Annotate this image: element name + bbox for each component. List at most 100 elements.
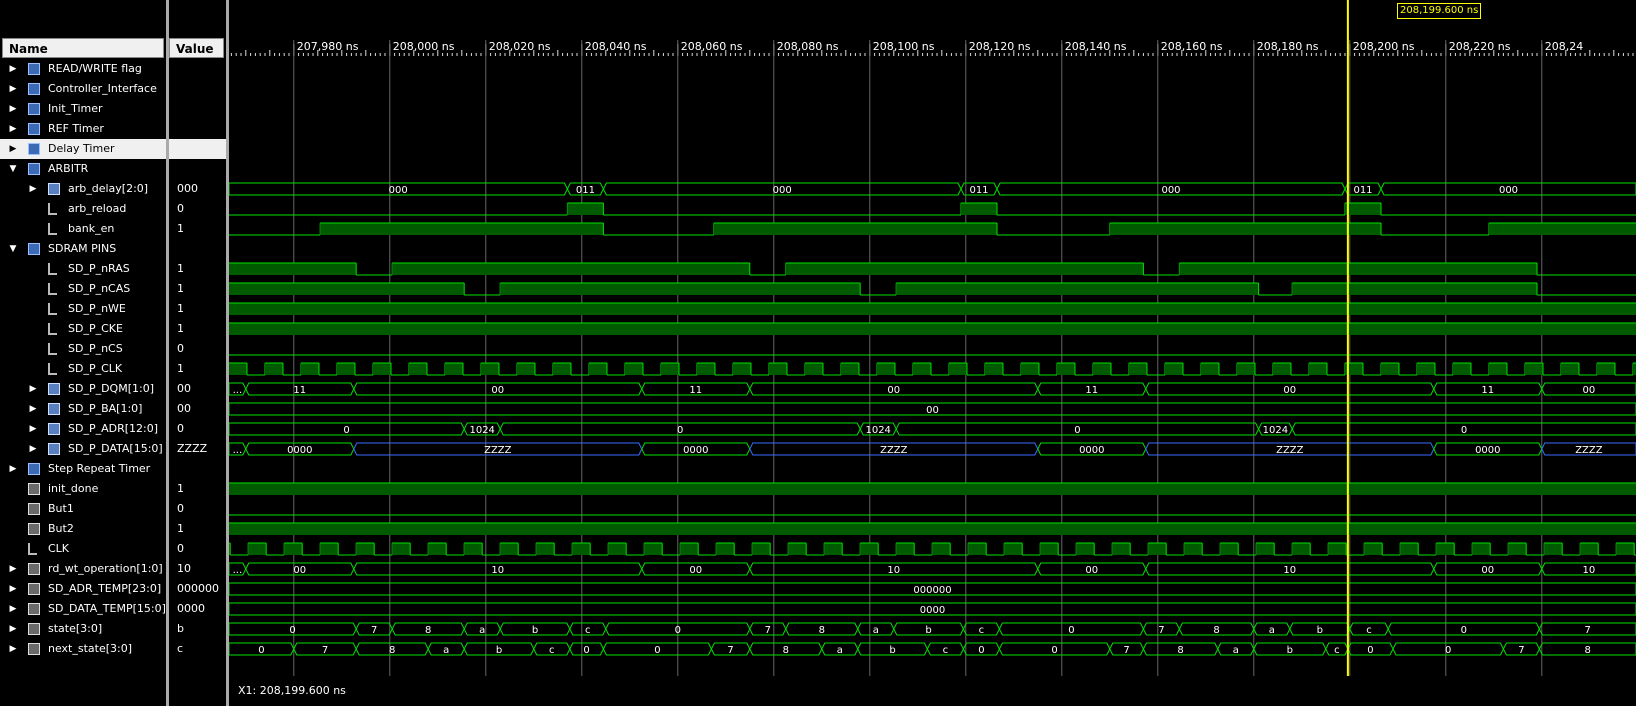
clock-high-fill [1508,543,1527,555]
signal-value [169,139,226,159]
collapsed-arrow-icon[interactable]: ▶ [8,99,18,119]
clock-high-fill [1237,363,1255,375]
collapsed-arrow-icon[interactable]: ▶ [8,579,18,599]
collapsed-arrow-icon[interactable]: ▶ [8,619,18,639]
signal-row[interactable]: ▶ SD_P_DQM[1:0] [0,379,166,399]
wave-high-fill [229,283,465,295]
signal-row[interactable]: init_done [0,479,166,499]
signal-value: 1 [177,282,184,295]
signal-row[interactable]: ▶ SD_ADR_TEMP[23:0] [0,579,166,599]
bus-value-label: 011 [1353,185,1372,196]
bus-value-label: 8 [425,625,431,636]
signal-row[interactable]: SD_P_CLK [0,359,166,379]
signal-row[interactable]: ▶ arb_delay[2:0] [0,179,166,199]
signal-row[interactable]: ▶ rd_wt_operation[1:0] [0,559,166,579]
time-tick-label: 208,100 ns [873,40,935,53]
signal-row[interactable]: SD_P_nCS [0,339,166,359]
signal-row[interactable]: ▶ SD_DATA_TEMP[15:0] [0,599,166,619]
signal-row[interactable]: ▶ Step Repeat Timer [0,459,166,479]
signal-row[interactable]: ▼ ARBITR [0,159,166,179]
signal-row[interactable]: SD_P_nWE [0,299,166,319]
signal-row[interactable]: ▶ REF Timer [0,119,166,139]
collapsed-arrow-icon[interactable]: ▶ [8,639,18,659]
clock-high-fill [1112,543,1131,555]
bus-value-label: b [1287,645,1293,656]
signal-value: 1 [177,302,184,315]
clock-high-fill [1201,363,1219,375]
signal-value: c [177,642,184,655]
collapsed-arrow-icon[interactable]: ▶ [28,379,38,399]
bus-value-label: 00 [1583,385,1596,396]
signal-row[interactable]: ▶ SD_P_DATA[15:0] [0,439,166,459]
signal-value: 0 [177,342,184,355]
collapsed-arrow-icon[interactable]: ▶ [8,599,18,619]
collapsed-arrow-icon[interactable]: ▶ [28,439,38,459]
signal-name: SD_ADR_TEMP[23:0] [48,582,162,595]
signal-value: 1 [177,362,184,375]
signal-row[interactable]: bank_en [0,219,166,239]
wave-high-fill [1292,283,1537,295]
in-icon [28,523,40,535]
bit-icon [28,543,37,555]
bus-icon [48,183,60,195]
waveform-pane[interactable]: 207,980 ns 208,000 ns 208,020 ns 208,040 ns… [229,0,1636,706]
collapsed-arrow-icon[interactable]: ▶ [28,399,38,419]
bus-value-label: 011 [969,185,988,196]
time-tick-label: 208,200 ns [1353,40,1415,53]
clock-high-fill [1472,543,1491,555]
signal-value: 1 [177,262,184,275]
clock-high-fill [553,363,571,375]
cursor-time-label[interactable]: 208,199.600 ns [1397,3,1482,19]
collapsed-arrow-icon[interactable]: ▶ [8,79,18,99]
signal-row[interactable]: But1 [0,499,166,519]
bus-value-label: ZZZZ [484,445,512,456]
clock-high-fill [968,543,987,555]
signal-row[interactable]: But2 [0,519,166,539]
collapsed-arrow-icon[interactable]: ▶ [8,139,18,159]
value-header[interactable]: Value [169,38,224,58]
bus-value-label: 7 [727,645,733,656]
signal-row[interactable]: SD_P_nCAS [0,279,166,299]
wave-high-fill [1489,223,1636,235]
signal-row[interactable]: CLK [0,539,166,559]
name-column: Name ▶ READ/WRITE flag ▶ Controller_Interfa… [0,0,166,706]
bus-value-label: 8 [1177,645,1183,656]
signal-value: 0 [177,542,184,555]
collapsed-arrow-icon[interactable]: ▶ [8,459,18,479]
collapsed-arrow-icon[interactable]: ▶ [8,119,18,139]
collapsed-arrow-icon[interactable]: ▶ [8,59,18,79]
signal-row[interactable]: ▶ SD_P_BA[1:0] [0,399,166,419]
signal-row[interactable]: arb_reload [0,199,166,219]
time-tick-label: 208,040 ns [585,40,647,53]
bus-value-label: 00 [1481,565,1494,576]
clock-high-fill [229,363,247,375]
collapsed-arrow-icon[interactable]: ▶ [28,179,38,199]
bus-value-label: a [1233,645,1239,656]
bus-value-label: a [443,645,449,656]
signal-row[interactable]: ▶ SD_P_ADR[12:0] [0,419,166,439]
clock-high-fill [608,543,627,555]
bit-icon [48,303,57,315]
signal-row[interactable]: ▶ READ/WRITE flag [0,59,166,79]
name-header[interactable]: Name [2,38,164,58]
collapsed-arrow-icon[interactable]: ▶ [8,559,18,579]
signal-value: 0 [177,202,184,215]
clock-high-fill [733,363,751,375]
clock-high-fill [932,543,951,555]
signal-row[interactable]: SD_P_CKE [0,319,166,339]
clock-high-fill [445,363,463,375]
collapsed-arrow-icon[interactable]: ▶ [28,419,38,439]
signal-row[interactable]: ▼ SDRAM PINS [0,239,166,259]
clock-high-fill [949,363,967,375]
signal-row[interactable]: ▶ state[3:0] [0,619,166,639]
signal-row[interactable]: ▶ Delay Timer [0,139,166,159]
signal-row[interactable]: ▶ Controller_Interface [0,79,166,99]
signal-name: Step Repeat Timer [48,462,151,475]
expanded-arrow-icon[interactable]: ▼ [8,239,18,259]
signal-row[interactable]: SD_P_nRAS [0,259,166,279]
expanded-arrow-icon[interactable]: ▼ [8,159,18,179]
signal-row[interactable]: ▶ next_state[3:0] [0,639,166,659]
bus-value-label: 8 [783,645,789,656]
signal-row[interactable]: ▶ Init_Timer [0,99,166,119]
clock-high-fill [1525,363,1543,375]
